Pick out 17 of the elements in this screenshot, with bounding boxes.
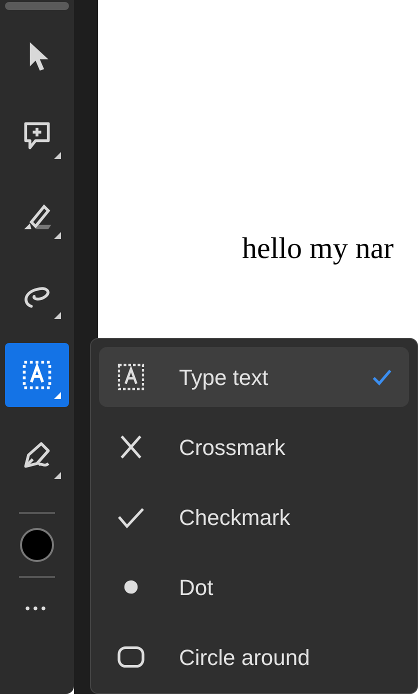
drag-handle[interactable] — [5, 2, 69, 10]
text-box-icon — [20, 358, 54, 392]
menu-item[interactable]: Checkmark — [99, 487, 409, 547]
more-button[interactable]: ••• — [25, 598, 49, 619]
menu-item[interactable]: Dot — [99, 557, 409, 617]
menu-item-label: Dot — [179, 574, 214, 602]
color-swatch[interactable] — [20, 528, 54, 562]
menu-item-label: Checkmark — [179, 504, 292, 532]
text-box-icon — [115, 361, 147, 393]
tool-button[interactable] — [5, 343, 69, 407]
menu-item[interactable]: Circle around — [99, 627, 409, 687]
menu-item-label: Crossmark — [179, 434, 286, 462]
document-text: hello my nar — [242, 231, 394, 267]
menu-item-label: Circle around — [179, 644, 311, 672]
menu-item[interactable]: Crossmark — [99, 417, 409, 477]
menu-item[interactable]: Type text — [99, 347, 409, 407]
menu-item-label: Type text — [179, 364, 270, 392]
